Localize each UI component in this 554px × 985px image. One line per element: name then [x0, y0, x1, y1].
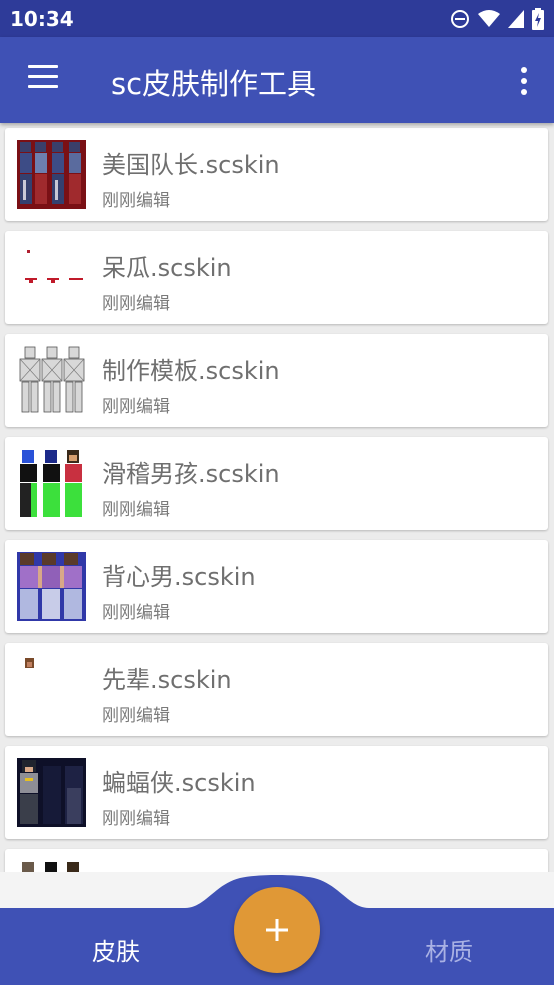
skin-thumbnail [17, 552, 86, 621]
skin-name: 先辈.scskin [102, 666, 232, 694]
skin-thumbnail [17, 449, 86, 518]
skin-card[interactable]: 先辈.scskin 刚刚编辑 [5, 643, 548, 736]
skin-subtitle: 刚刚编辑 [102, 294, 170, 314]
skin-thumbnail [17, 243, 86, 312]
skin-subtitle: 刚刚编辑 [102, 603, 170, 623]
skin-thumbnail [17, 758, 86, 827]
app-title: sc皮肤制作工具 [111, 67, 317, 101]
bottom-navigation: 皮肤 材质 [0, 872, 554, 985]
skin-card[interactable]: 美国队长.scskin 刚刚编辑 [5, 128, 548, 221]
skin-name: 美国队长.scskin [102, 151, 280, 179]
skin-card[interactable]: 蝙蝠侠.scskin 刚刚编辑 [5, 746, 548, 839]
skin-name: 制作模板.scskin [102, 357, 280, 385]
more-options-button[interactable] [516, 67, 532, 95]
skin-subtitle: 刚刚编辑 [102, 706, 170, 726]
menu-icon-bar [28, 75, 58, 78]
skin-subtitle: 刚刚编辑 [102, 500, 170, 520]
skin-subtitle: 刚刚编辑 [102, 809, 170, 829]
skin-name: 滑稽男孩.scskin [102, 460, 280, 488]
skin-subtitle: 刚刚编辑 [102, 397, 170, 417]
skin-name: 蝙蝠侠.scskin [102, 769, 256, 797]
nav-tab-materials[interactable]: 材质 [425, 932, 473, 967]
skin-card[interactable]: 呆瓜.scskin 刚刚编辑 [5, 231, 548, 324]
skin-thumbnail [17, 140, 86, 209]
plus-icon [266, 919, 288, 941]
skin-card[interactable]: 背心男.scskin 刚刚编辑 [5, 540, 548, 633]
skin-list[interactable]: 美国队长.scskin 刚刚编辑 呆瓜.scskin 刚刚编辑 制作模板.scs… [0, 123, 554, 873]
skin-thumbnail [17, 346, 86, 415]
do-not-disturb-icon [451, 10, 469, 28]
skin-name: 背心男.scskin [102, 563, 256, 591]
skin-name: 呆瓜.scskin [102, 254, 232, 282]
wifi-icon [478, 10, 500, 27]
add-skin-button[interactable] [234, 887, 320, 973]
status-icons [450, 8, 544, 30]
skin-card[interactable] [5, 849, 548, 873]
menu-icon-bar [28, 85, 58, 88]
menu-icon-bar [28, 65, 58, 68]
more-dot-icon [521, 78, 527, 84]
menu-button[interactable] [24, 65, 62, 95]
skin-subtitle: 刚刚编辑 [102, 191, 170, 211]
skin-thumbnail [17, 655, 86, 724]
skin-card[interactable]: 滑稽男孩.scskin 刚刚编辑 [5, 437, 548, 530]
more-dot-icon [521, 89, 527, 95]
status-bar: 10:34 [0, 0, 554, 37]
more-dot-icon [521, 67, 527, 73]
app-bar: sc皮肤制作工具 [0, 37, 554, 123]
status-time: 10:34 [10, 7, 74, 31]
nav-tab-skins[interactable]: 皮肤 [92, 932, 140, 967]
skin-card[interactable]: 制作模板.scskin 刚刚编辑 [5, 334, 548, 427]
signal-icon [508, 10, 524, 28]
battery-icon [532, 8, 544, 30]
